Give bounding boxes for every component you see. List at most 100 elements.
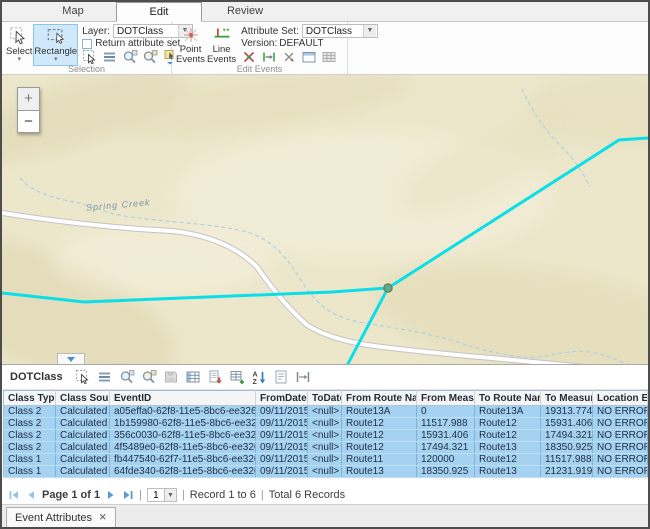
table-cell[interactable]: 15931.406 bbox=[417, 430, 475, 442]
tab-edit[interactable]: Edit bbox=[116, 2, 202, 22]
first-page-icon[interactable] bbox=[8, 489, 20, 501]
table-cell[interactable]: 09/11/2015 bbox=[256, 418, 308, 430]
measure-icon[interactable] bbox=[295, 369, 311, 385]
table-row[interactable]: Class 1Calculated64fde340-62f8-11e5-8bc6… bbox=[4, 466, 648, 478]
table-cell[interactable]: Route12 bbox=[342, 430, 417, 442]
table-cell[interactable]: 17494.321 bbox=[541, 430, 593, 442]
attributes-window-icon[interactable] bbox=[301, 49, 317, 65]
table-cell[interactable]: 19313.774 bbox=[541, 406, 593, 418]
attributes-form-icon[interactable] bbox=[273, 369, 289, 385]
table-cell[interactable]: 09/11/2015 bbox=[256, 442, 308, 454]
page-number-input[interactable] bbox=[147, 488, 165, 502]
table-row[interactable]: Class 2Calculateda05effa0-62f8-11e5-8bc6… bbox=[4, 406, 648, 418]
table-cell[interactable]: Class 1 bbox=[4, 466, 56, 478]
table-cell[interactable]: Route12 bbox=[475, 454, 541, 466]
table-cell[interactable]: Class 1 bbox=[4, 454, 56, 466]
table-cell[interactable]: 21231.919 bbox=[541, 466, 593, 478]
map-view[interactable]: Spring Creek + − bbox=[2, 75, 648, 365]
column-header[interactable]: To Route Name bbox=[475, 391, 541, 406]
table-cell[interactable]: Route13 bbox=[475, 442, 541, 454]
switch-table-icon[interactable] bbox=[185, 369, 201, 385]
table-cell[interactable]: <null> bbox=[308, 418, 342, 430]
table-cell[interactable]: <null> bbox=[308, 466, 342, 478]
split-event-icon[interactable] bbox=[241, 49, 257, 65]
column-header[interactable]: Class Source bbox=[56, 391, 110, 406]
export-records-icon[interactable] bbox=[207, 369, 223, 385]
route-junction-marker[interactable] bbox=[384, 284, 392, 292]
table-cell[interactable]: NO ERROR bbox=[593, 430, 648, 442]
return-attribute-set-checkbox[interactable] bbox=[82, 39, 92, 49]
table-cell[interactable]: a05effa0-62f8-11e5-8bc6-ee32641d5ec9 bbox=[110, 406, 256, 418]
table-cell[interactable]: 0 bbox=[417, 406, 475, 418]
select-button[interactable]: Select ▾ bbox=[5, 24, 33, 66]
selection-tool-icon[interactable] bbox=[75, 369, 91, 385]
map-canvas[interactable] bbox=[2, 75, 648, 365]
pan-to-selected-icon[interactable] bbox=[141, 369, 157, 385]
table-cell[interactable]: Route12 bbox=[475, 418, 541, 430]
table-cell[interactable]: <null> bbox=[308, 454, 342, 466]
table-cell[interactable]: NO ERROR bbox=[593, 418, 648, 430]
chevron-down-icon[interactable]: ▼ bbox=[165, 488, 177, 502]
table-cell[interactable]: Route13 bbox=[475, 466, 541, 478]
table-cell[interactable]: 4f5489e0-62f8-11e5-8bc6-ee32641d5ec9 bbox=[110, 442, 256, 454]
table-cell[interactable]: Route13A bbox=[342, 406, 417, 418]
table-cell[interactable]: 15931.406 bbox=[541, 418, 593, 430]
close-icon[interactable]: ✕ bbox=[99, 512, 107, 523]
chevron-down-icon[interactable]: ▼ bbox=[363, 25, 376, 37]
tab-review[interactable]: Review bbox=[202, 2, 288, 21]
table-cell[interactable]: <null> bbox=[308, 406, 342, 418]
column-header[interactable]: ToDate bbox=[308, 391, 342, 406]
zoom-to-selected-icon[interactable] bbox=[119, 369, 135, 385]
attribute-set-select[interactable]: DOTClass ▼ bbox=[302, 24, 378, 38]
table-row[interactable]: Class 1Calculatedfb447540-62f7-11e5-8bc6… bbox=[4, 454, 648, 466]
table-cell[interactable]: Calculated bbox=[56, 442, 110, 454]
point-events-button[interactable]: Point Events bbox=[175, 24, 206, 66]
tab-map[interactable]: Map bbox=[30, 2, 116, 21]
table-cell[interactable]: Route12 bbox=[342, 418, 417, 430]
table-cell[interactable]: Calculated bbox=[56, 466, 110, 478]
table-row[interactable]: Class 2Calculated356c0030-62f8-11e5-8bc6… bbox=[4, 430, 648, 442]
table-cell[interactable]: Class 2 bbox=[4, 406, 56, 418]
zoom-out-button[interactable]: − bbox=[17, 110, 40, 133]
table-cell[interactable]: Route11 bbox=[342, 454, 417, 466]
table-cell[interactable]: 09/11/2015 bbox=[256, 466, 308, 478]
table-cell[interactable]: 11517.988 bbox=[417, 418, 475, 430]
extend-event-icon[interactable] bbox=[261, 49, 277, 65]
column-header[interactable]: To Measure bbox=[541, 391, 593, 406]
select-features-icon[interactable] bbox=[82, 49, 98, 65]
table-cell[interactable]: <null> bbox=[308, 442, 342, 454]
table-cell[interactable]: Class 2 bbox=[4, 442, 56, 454]
table-cell[interactable]: 11517.988 bbox=[541, 454, 593, 466]
table-cell[interactable]: NO ERROR bbox=[593, 442, 648, 454]
last-page-icon[interactable] bbox=[122, 489, 134, 501]
line-events-button[interactable]: Line Events bbox=[206, 24, 237, 66]
table-cell[interactable]: Calculated bbox=[56, 454, 110, 466]
table-cell[interactable]: Route12 bbox=[342, 442, 417, 454]
column-header[interactable]: From Route Name bbox=[342, 391, 417, 406]
column-header[interactable]: EventID bbox=[110, 391, 256, 406]
sort-icon[interactable] bbox=[251, 369, 267, 385]
column-header[interactable]: Class Type bbox=[4, 391, 56, 406]
table-cell[interactable]: fb447540-62f7-11e5-8bc6-ee32641d5ec9 bbox=[110, 454, 256, 466]
table-cell[interactable]: Class 2 bbox=[4, 430, 56, 442]
table-cell[interactable]: <null> bbox=[308, 430, 342, 442]
show-selection-icon[interactable] bbox=[97, 369, 113, 385]
attributes-table-icon[interactable] bbox=[321, 49, 337, 65]
rectangle-select-button[interactable]: Rectangle ▾ bbox=[33, 24, 78, 66]
table-cell[interactable]: NO ERROR bbox=[593, 466, 648, 478]
table-cell[interactable]: 120000 bbox=[417, 454, 475, 466]
table-cell[interactable]: Calculated bbox=[56, 418, 110, 430]
column-header[interactable]: FromDate bbox=[256, 391, 308, 406]
table-cell[interactable]: 18350.925 bbox=[541, 442, 593, 454]
table-cell[interactable]: Calculated bbox=[56, 406, 110, 418]
table-cell[interactable]: Calculated bbox=[56, 430, 110, 442]
show-selected-records-icon[interactable] bbox=[102, 49, 118, 65]
table-cell[interactable]: 356c0030-62f8-11e5-8bc6-ee32641d5ec9 bbox=[110, 430, 256, 442]
table-cell[interactable]: 09/11/2015 bbox=[256, 406, 308, 418]
column-header[interactable]: Location Error bbox=[593, 391, 648, 406]
table-row[interactable]: Class 2Calculated4f5489e0-62f8-11e5-8bc6… bbox=[4, 442, 648, 454]
column-header[interactable]: From Measure bbox=[417, 391, 475, 406]
previous-page-icon[interactable] bbox=[25, 489, 37, 501]
trim-event-icon[interactable] bbox=[281, 49, 297, 65]
table-cell[interactable]: 09/11/2015 bbox=[256, 454, 308, 466]
